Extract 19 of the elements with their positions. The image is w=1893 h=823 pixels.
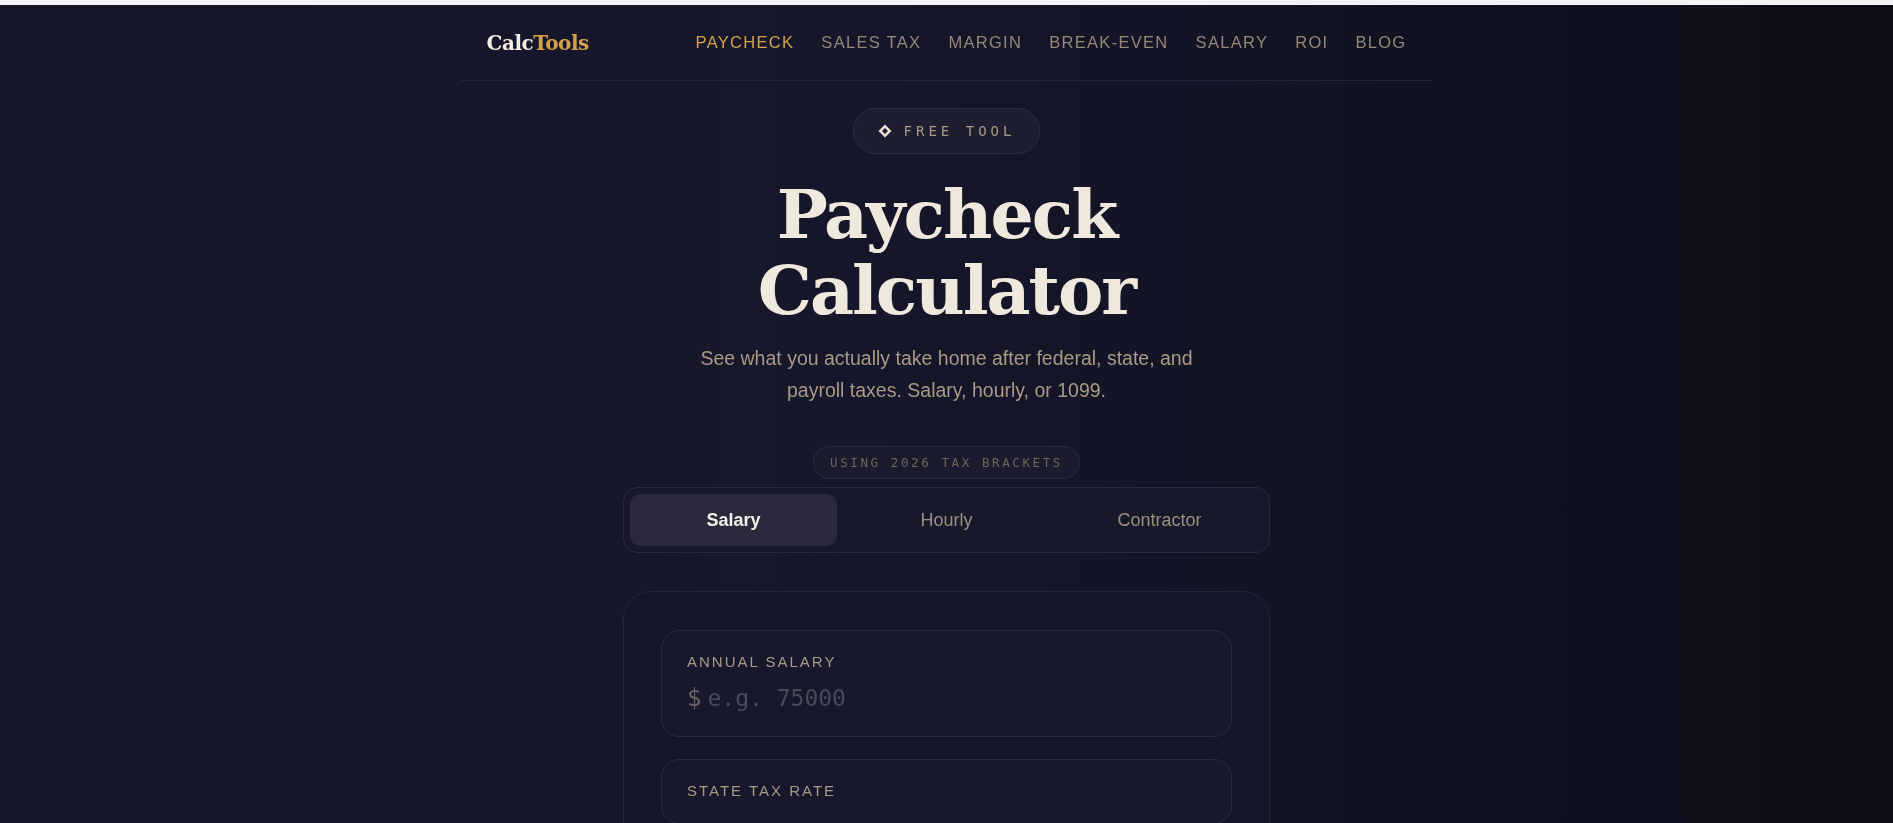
mode-tab[interactable]: Contractor — [1056, 494, 1263, 546]
page-title: Paycheck Calculator — [757, 176, 1136, 328]
nav-link[interactable]: SALARY — [1195, 33, 1269, 52]
nav-link[interactable]: PAYCHECK — [695, 33, 795, 52]
tax-bracket-pill: USING 2026 TAX BRACKETS — [813, 446, 1080, 479]
field-label: STATE TAX RATE — [687, 782, 838, 799]
field-label: ANNUAL SALARY — [687, 653, 838, 670]
currency-symbol: $ — [687, 684, 702, 712]
badge-label: FREE TOOL — [903, 123, 1016, 139]
mode-tab[interactable]: Hourly — [843, 494, 1050, 546]
mode-tab[interactable]: Salary — [630, 494, 837, 546]
logo[interactable]: CalcTools — [486, 30, 589, 55]
diamond-icon — [877, 124, 892, 138]
nav-link[interactable]: MARGIN — [948, 33, 1023, 52]
nav-link[interactable]: BLOG — [1355, 33, 1407, 52]
subtitle: See what you actually take home after federal, state, and payroll taxes. Salary, hourly, or 1099. — [699, 346, 1194, 403]
nav-link[interactable]: SALES TAX — [821, 33, 922, 52]
nav-link[interactable]: ROI — [1295, 33, 1329, 52]
nav-link[interactable]: BREAK-EVEN — [1049, 33, 1169, 52]
